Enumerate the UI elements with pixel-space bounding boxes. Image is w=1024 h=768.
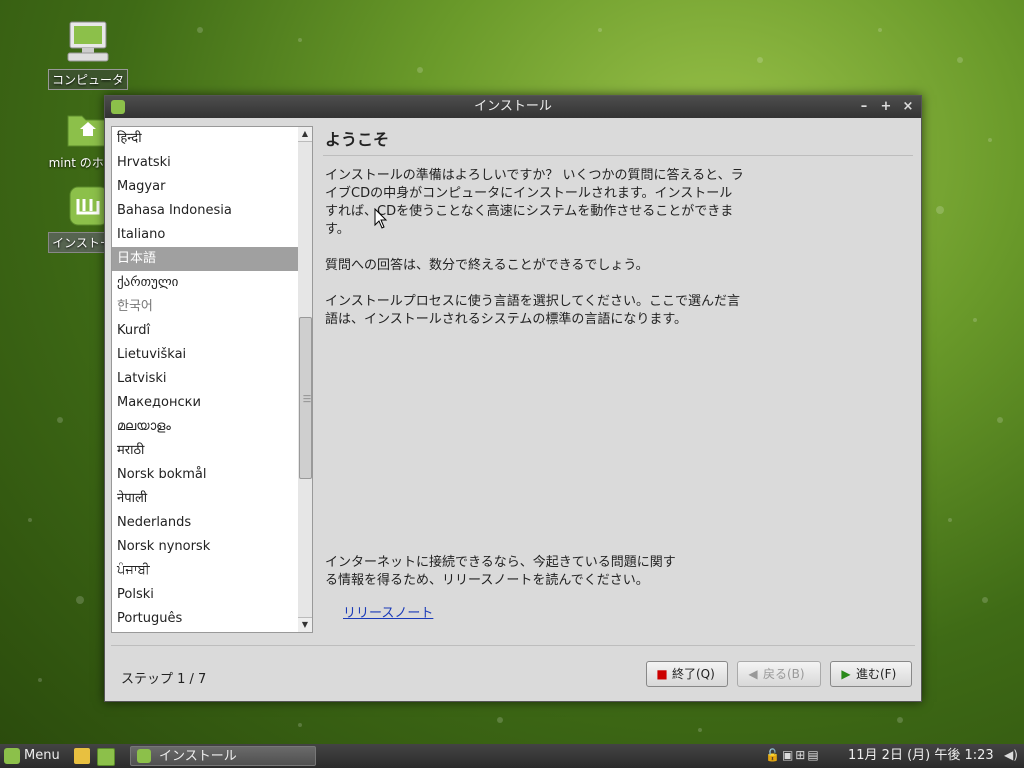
grip-icon: — — — [303,391,311,406]
text-editor-launcher-icon[interactable] [74,748,90,764]
page-title: ようこそ [325,130,390,149]
computer-icon [67,21,109,62]
taskbar-window-label: インストール [159,749,237,764]
language-item[interactable]: Magyar [112,175,298,199]
step-indicator: ステップ 1 / 7 [121,672,207,687]
window-titlebar[interactable]: インストール – + × [105,96,921,118]
language-item[interactable]: ქართული [112,271,298,295]
minimize-button[interactable]: – [855,96,873,118]
scrollbar-thumb[interactable]: — — — [299,317,312,479]
language-item[interactable]: Italiano [112,223,298,247]
menu-label: Menu [24,748,60,763]
language-item[interactable]: ਪੰਜਾਬੀ [112,559,298,583]
taskbar-window-button[interactable]: インストール [130,746,316,766]
language-item[interactable]: Hrvatski [112,151,298,175]
arrow-right-icon: ▶ [841,667,851,681]
desktop-icon-label: コンピュータ [47,69,128,90]
language-item[interactable]: 한국어 [112,295,298,319]
internet-note-text: インターネットに接続できるなら、今起きている問題に関する情報を得るため、リリース… [325,555,676,588]
language-item-selected[interactable]: 日本語 [112,247,298,271]
taskbar: Menu インストール 🔓▣⊞▤ 11月 2日 (月) 午後 1:23 ◀) [0,744,1024,768]
terminal-launcher-icon[interactable] [97,748,115,766]
language-list-scrollbar[interactable]: ▲ — — — ▼ [298,126,313,633]
quit-button-label: 終了(Q) [672,667,715,681]
installer-window: インストール – + × हिन्दी Hrvatski Magyar Baha… [104,95,922,702]
back-button-label: 戻る(B) [763,667,805,681]
menu-button[interactable]: Menu [4,744,60,768]
mouse-cursor-icon [374,208,388,229]
footer-divider [111,645,915,646]
clock[interactable]: 11月 2日 (月) 午後 1:23 [848,744,994,768]
arrow-left-icon: ◀ [748,667,758,681]
language-item[interactable]: Македонски [112,391,298,415]
language-item[interactable]: Nederlands [112,511,298,535]
release-notes-link[interactable]: リリースノート [343,602,433,621]
language-item[interactable]: Português [112,607,298,631]
close-button[interactable]: × [899,96,917,118]
quit-icon: ■ [656,667,668,681]
language-item[interactable]: मराठी [112,439,298,463]
language-item[interactable]: Lietuviškai [112,343,298,367]
language-item[interactable]: മലയാളം [112,415,298,439]
quit-button[interactable]: ■ 終了(Q) [646,661,728,687]
system-tray[interactable]: 🔓▣⊞▤ [765,748,821,762]
language-item[interactable]: Kurdî [112,319,298,343]
heading-divider [323,155,913,156]
language-item[interactable]: हिन्दी [112,127,298,151]
language-instruction-text: インストールプロセスに使う言語を選択してください。ここで選んだ言語は、インストー… [325,294,740,327]
volume-icon[interactable]: ◀) [1004,748,1018,762]
forward-button[interactable]: ▶ 進む(F) [830,661,912,687]
desktop-icon-computer[interactable]: コンピュータ [45,20,131,93]
intro-text: インストールの準備はよろしいですか？ いくつかの質問に答えると、ライブCDの中身… [325,168,744,237]
maximize-button[interactable]: + [877,96,895,118]
window-title: インストール [474,99,552,114]
language-item[interactable]: Polski [112,583,298,607]
forward-button-label: 進む(F) [856,667,897,681]
answer-time-text: 質問への回答は、数分で終えることができるでしょう。 [325,258,649,273]
welcome-panel: ようこそ インストールの準備はよろしいですか？ いくつかの質問に答えると、ライブ… [323,124,915,621]
language-list[interactable]: हिन्दी Hrvatski Magyar Bahasa Indonesia … [111,126,299,633]
mint-logo-icon [137,749,151,763]
language-item[interactable]: नेपाली [112,487,298,511]
scroll-up-arrow-icon[interactable]: ▲ [298,127,312,142]
language-item[interactable]: Norsk nynorsk [112,535,298,559]
mint-logo-icon [4,747,20,764]
language-item[interactable]: Latviski [112,367,298,391]
back-button[interactable]: ◀ 戻る(B) [737,661,821,687]
scroll-down-arrow-icon[interactable]: ▼ [298,617,312,632]
language-item[interactable]: Norsk bokmål [112,463,298,487]
language-item[interactable]: Bahasa Indonesia [112,199,298,223]
